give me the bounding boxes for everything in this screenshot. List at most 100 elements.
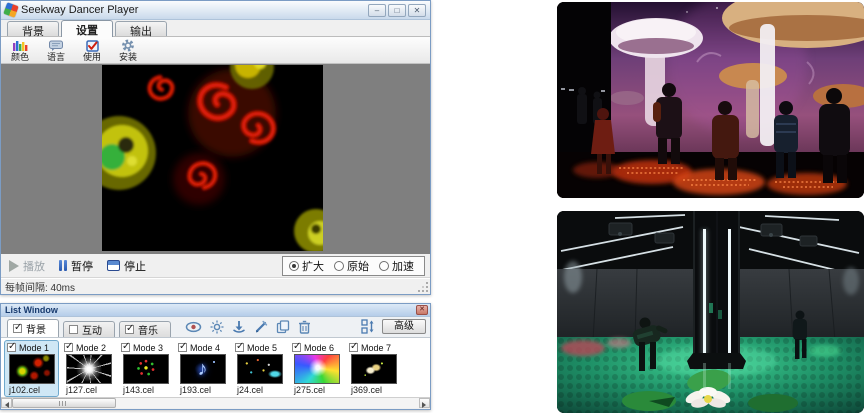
arrange-sort-icon[interactable] [361, 319, 376, 334]
usage-button[interactable]: 使用 [77, 39, 107, 62]
minimize-button[interactable]: – [368, 4, 386, 17]
mode-2-label: Mode 2 [76, 343, 106, 353]
brush-edit-icon[interactable] [254, 320, 268, 334]
mode-item-2[interactable]: Mode 2 j127.cel [61, 340, 116, 397]
tab-output[interactable]: 输出 [115, 21, 167, 36]
color-button[interactable]: 颜色 [5, 39, 35, 62]
music-checkbox[interactable] [125, 325, 134, 334]
frame-interval-status: 每帧间隔: 40ms [5, 279, 75, 294]
mode-4-thumbnail [180, 354, 226, 384]
mode-4-label: Mode 4 [190, 343, 220, 353]
resize-grip[interactable] [419, 283, 429, 293]
horizontal-scrollbar[interactable] [1, 397, 430, 408]
language-button[interactable]: 语言 [41, 39, 71, 62]
play-button[interactable]: 播放 [9, 258, 45, 274]
list-close-button[interactable]: ✕ [416, 305, 428, 315]
list-window-title: List Window [5, 305, 412, 315]
radio-enlarge-label: 扩大 [302, 258, 324, 274]
palette-icon [12, 39, 28, 52]
photo-bottom-graphic [557, 211, 864, 413]
mode-6-thumbnail [294, 354, 340, 384]
list-tab-music-label: 音乐 [138, 322, 158, 337]
install-button[interactable]: 安装 [113, 39, 143, 62]
mode-6-label: Mode 6 [304, 343, 334, 353]
photo-led-pond-room [557, 211, 864, 413]
mode-item-4[interactable]: Mode 4 j193.cel [175, 340, 230, 397]
list-toolbar-right: 高级 [361, 319, 426, 334]
scrollbar-thumb[interactable] [12, 398, 116, 408]
mode-6-checkbox[interactable] [292, 343, 301, 352]
mode-1-thumbnail [9, 354, 55, 384]
scroll-left-arrow[interactable] [1, 398, 12, 408]
mode-6-filename: j275.cel [292, 385, 341, 395]
mode-7-label: Mode 7 [361, 343, 391, 353]
list-tab-interactive[interactable]: 互动 [63, 321, 115, 337]
mode-4-filename: j193.cel [178, 385, 227, 395]
mode-item-1[interactable]: Mode 1 j102.cel [4, 340, 59, 397]
mode-1-checkbox[interactable] [7, 343, 16, 352]
mode-1-label: Mode 1 [19, 343, 49, 353]
mode-item-5[interactable]: Mode 5 j24.cel [232, 340, 287, 397]
trash-icon[interactable] [298, 320, 311, 334]
display-mode-group: 扩大 原始 加速 [282, 256, 425, 276]
radio-enlarge[interactable]: 扩大 [289, 258, 324, 274]
mode-7-checkbox[interactable] [349, 343, 358, 352]
player-window-title: Seekway Dancer Player [21, 4, 364, 16]
radio-original[interactable]: 原始 [334, 258, 369, 274]
copy-icon[interactable] [276, 320, 290, 334]
radio-original-dot [334, 261, 344, 271]
tab-background[interactable]: 背景 [7, 21, 59, 36]
mode-2-checkbox[interactable] [64, 343, 73, 352]
scroll-right-arrow[interactable] [419, 398, 430, 408]
pause-button[interactable]: 暂停 [59, 258, 93, 274]
mode-5-filename: j24.cel [235, 385, 284, 395]
mode-5-checkbox[interactable] [235, 343, 244, 352]
mode-1-filename: j102.cel [7, 385, 56, 395]
radio-accelerate[interactable]: 加速 [379, 258, 414, 274]
effect-swirls-graphic [102, 65, 323, 251]
language-button-label: 语言 [47, 52, 65, 62]
radio-enlarge-dot [289, 261, 299, 271]
brightness-sun-icon[interactable] [210, 320, 224, 334]
mode-3-thumbnail [123, 354, 169, 384]
mode-4-checkbox[interactable] [178, 343, 187, 352]
stop-label: 停止 [124, 258, 146, 274]
pause-icon [59, 260, 67, 271]
interactive-checkbox[interactable] [69, 325, 78, 334]
mode-list: Mode 1 j102.cel Mode 2 j127.cel Mode 3 [1, 338, 430, 397]
screenshot-root: Seekway Dancer Player – □ ✕ 背景 设置 输出 [0, 0, 864, 413]
mode-item-3[interactable]: Mode 3 j143.cel [118, 340, 173, 397]
player-window: Seekway Dancer Player – □ ✕ 背景 设置 输出 [0, 0, 431, 295]
background-checkbox[interactable] [13, 324, 22, 333]
maximize-button[interactable]: □ [388, 4, 406, 17]
preview-area [1, 64, 430, 254]
import-download-icon[interactable] [232, 320, 246, 334]
install-button-label: 安装 [119, 52, 137, 62]
player-controls: 播放 暂停 停止 扩大 原始 加 [1, 254, 430, 278]
list-window-titlebar[interactable]: List Window ✕ [1, 304, 430, 317]
app-icon [3, 2, 18, 17]
player-titlebar[interactable]: Seekway Dancer Player – □ ✕ [1, 1, 430, 20]
mode-7-thumbnail [351, 354, 397, 384]
mode-item-7[interactable]: Mode 7 j369.cel [346, 340, 401, 397]
close-button[interactable]: ✕ [408, 4, 426, 17]
player-tabstrip: 背景 设置 输出 [1, 20, 430, 37]
list-tab-music[interactable]: 音乐 [119, 321, 171, 337]
mode-item-6[interactable]: Mode 6 j275.cel [289, 340, 344, 397]
mode-2-thumbnail [66, 354, 112, 384]
list-tab-background[interactable]: 背景 [7, 319, 59, 337]
play-label: 播放 [23, 258, 45, 274]
tab-settings[interactable]: 设置 [61, 20, 113, 37]
advanced-button[interactable]: 高级 [382, 319, 426, 334]
preview-eye-icon[interactable] [185, 321, 202, 333]
stop-button[interactable]: 停止 [107, 258, 146, 274]
play-icon [9, 260, 19, 272]
radio-accelerate-dot [379, 261, 389, 271]
checkbox-check-icon [86, 39, 99, 52]
mode-5-thumbnail [237, 354, 283, 384]
mode-3-checkbox[interactable] [121, 343, 130, 352]
list-toolbar-icons [185, 320, 311, 334]
mode-7-filename: j369.cel [349, 385, 398, 395]
mode-3-label: Mode 3 [133, 343, 163, 353]
usage-button-label: 使用 [83, 52, 101, 62]
